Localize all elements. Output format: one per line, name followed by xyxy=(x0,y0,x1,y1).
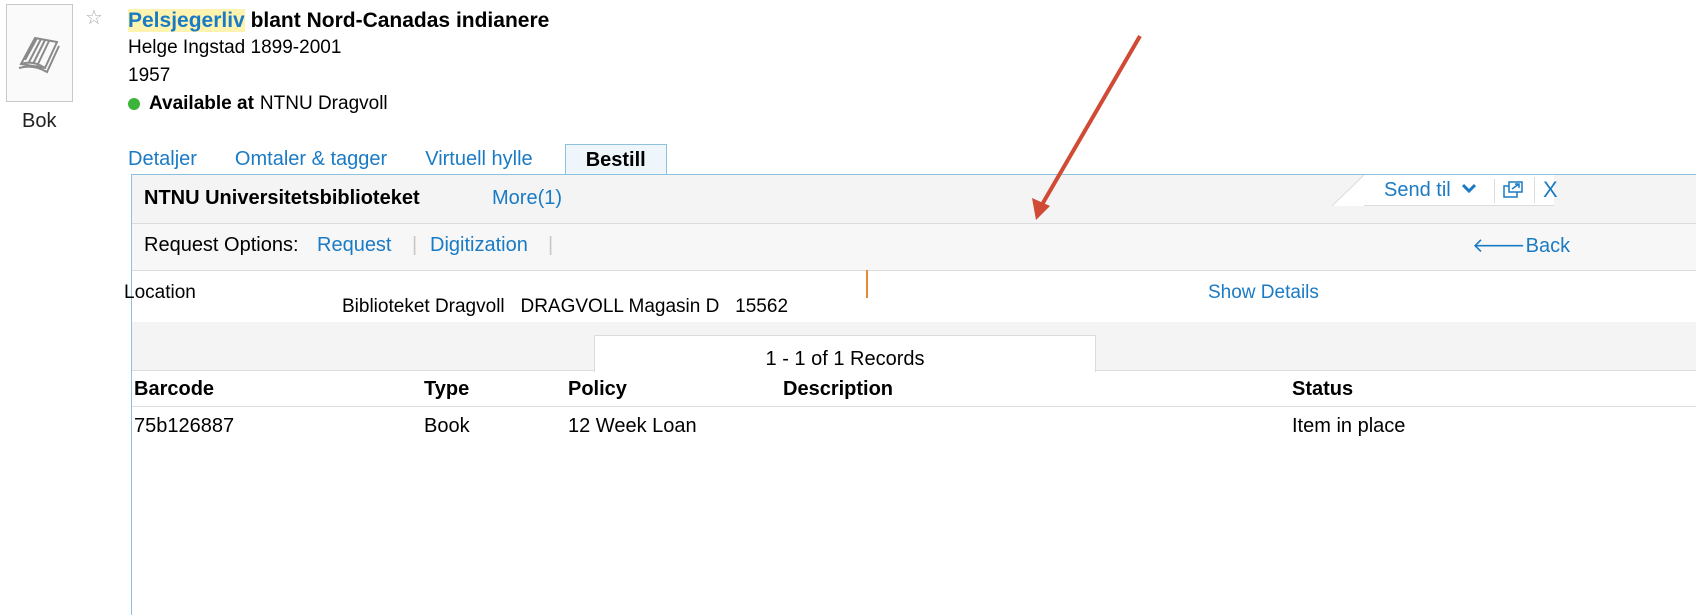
title-highlight[interactable]: Pelsjegerliv xyxy=(128,9,245,32)
record-info: Pelsjegerliv blant Nord-Canadas indianer… xyxy=(128,8,549,118)
location-value: Biblioteket Dragvoll DRAGVOLL Magasin D … xyxy=(342,296,789,317)
digitization-link[interactable]: Digitization xyxy=(430,234,528,257)
column-header-type[interactable]: Type xyxy=(424,378,469,401)
location-row: Location Biblioteket Dragvoll DRAGVOLL M… xyxy=(124,270,1696,322)
items-table-header: Barcode Type Policy Description Status xyxy=(132,370,1696,407)
title-rest[interactable]: blant Nord-Canadas indianere xyxy=(245,9,550,32)
open-book-icon xyxy=(18,36,60,74)
cell-policy: 12 Week Loan xyxy=(568,415,697,437)
records-band: 1 - 1 of 1 Records xyxy=(132,322,1696,372)
star-outline-icon[interactable]: ☆ xyxy=(85,6,103,30)
arrow-left-icon: 🡐 xyxy=(1472,235,1526,257)
location-divider xyxy=(866,270,868,298)
library-name: NTNU Universitetsbiblioteket xyxy=(144,187,420,209)
separator: | xyxy=(412,234,418,256)
book-thumbnail[interactable] xyxy=(6,4,73,102)
column-header-policy[interactable]: Policy xyxy=(568,378,627,401)
available-dot-icon xyxy=(128,98,140,110)
format-label: Bok xyxy=(22,110,57,132)
show-details-link[interactable]: Show Details xyxy=(1208,282,1319,304)
column-header-barcode[interactable]: Barcode xyxy=(134,378,214,401)
more-link[interactable]: More(1) xyxy=(492,187,562,210)
availability-prefix: Available at xyxy=(149,93,254,114)
request-link[interactable]: Request xyxy=(317,234,392,257)
cell-type: Book xyxy=(424,415,470,437)
tab-omtaler[interactable]: Omtaler & tagger xyxy=(235,144,387,174)
popout-window-icon[interactable] xyxy=(1494,179,1529,203)
records-summary: 1 - 1 of 1 Records xyxy=(594,335,1096,372)
table-row[interactable]: 75b126887 Book 12 Week Loan Item in plac… xyxy=(132,407,1696,447)
tab-virtuell-hylle[interactable]: Virtuell hylle xyxy=(425,144,532,174)
back-button[interactable]: 🡐Back xyxy=(1472,233,1570,258)
chevron-down-icon[interactable] xyxy=(1461,181,1477,199)
record-title[interactable]: Pelsjegerliv blant Nord-Canadas indianer… xyxy=(128,8,549,34)
close-button[interactable]: X xyxy=(1534,177,1569,203)
bestill-panel: NTNU Universitetsbiblioteket More(1) Sen… xyxy=(124,174,1696,615)
tab-bestill[interactable]: Bestill xyxy=(564,144,667,174)
record-tabs: Detaljer Omtaler & tagger Virtuell hylle… xyxy=(128,144,705,174)
request-options-label: Request Options: xyxy=(144,234,299,256)
back-label: Back xyxy=(1525,235,1571,257)
cell-barcode: 75b126887 xyxy=(134,415,235,437)
column-header-status[interactable]: Status xyxy=(1292,378,1353,401)
panel-header: NTNU Universitetsbiblioteket More(1) Sen… xyxy=(132,175,1696,224)
location-label: Location xyxy=(124,282,196,303)
tab-detaljer[interactable]: Detaljer xyxy=(128,144,197,174)
record-year: 1957 xyxy=(128,65,171,86)
request-options-bar: Request Options: Request | Digitization … xyxy=(132,224,1696,271)
cell-status: Item in place xyxy=(1292,415,1406,437)
record-author: Helge Ingstad 1899-2001 xyxy=(128,37,342,58)
availability-status: Available at NTNU Dragvoll xyxy=(128,90,549,118)
column-header-description[interactable]: Description xyxy=(783,378,893,401)
separator: | xyxy=(548,234,554,256)
availability-location: NTNU Dragvoll xyxy=(259,93,388,114)
send-to-button[interactable]: Send til xyxy=(1384,179,1451,202)
